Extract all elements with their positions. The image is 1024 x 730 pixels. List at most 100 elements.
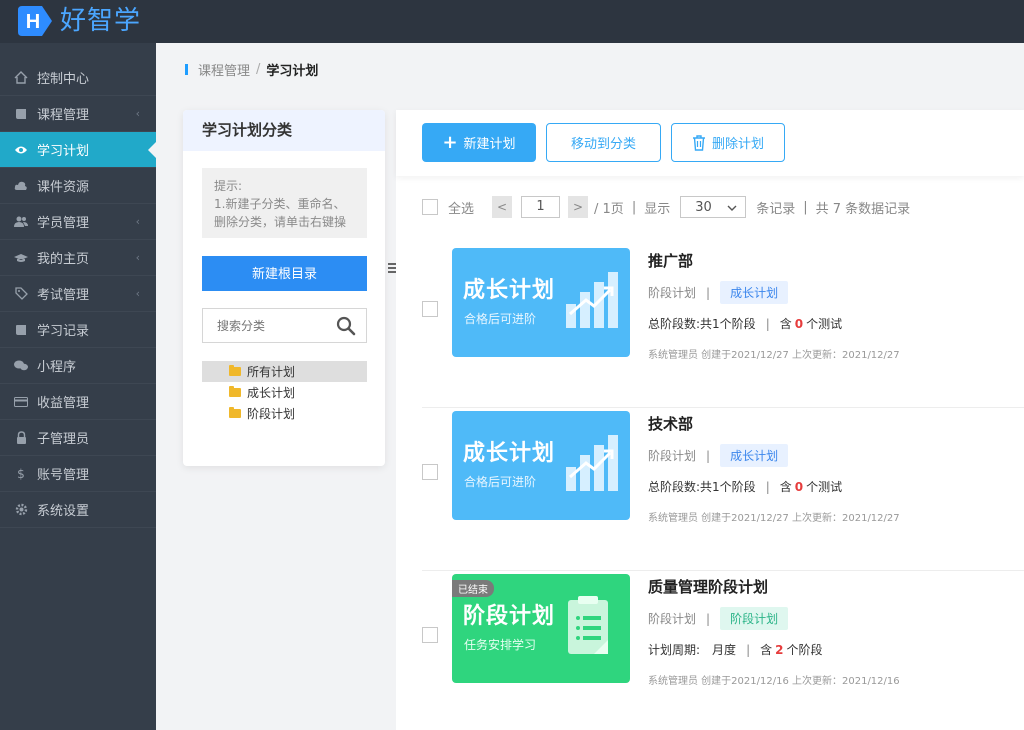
- sidebar-item-label: 系统设置: [37, 504, 90, 519]
- stat-prefix: 含: [779, 480, 792, 494]
- new-plan-button[interactable]: + 新建计划: [422, 123, 536, 162]
- tree-item-all-plans[interactable]: 所有计划: [202, 361, 367, 382]
- pager-divider: |: [803, 199, 808, 215]
- chevron-left-icon: ‹: [135, 251, 140, 264]
- stat-value: 月度: [712, 643, 737, 657]
- growth-chart-icon: [566, 435, 618, 491]
- page-size-select[interactable]: 30: [680, 196, 747, 218]
- folder-icon: [229, 407, 241, 418]
- tree-item-label: 所有计划: [247, 365, 296, 379]
- panel-resize-handle[interactable]: [388, 263, 396, 277]
- sidebar-item-mini-program[interactable]: 小程序: [0, 348, 156, 384]
- breadcrumb-current: 学习计划: [266, 64, 319, 79]
- tip-box: 提示: 1.新建子分类、重命名、删除分类，请单击右键操: [202, 168, 367, 238]
- app-logo[interactable]: H 好智学: [16, 4, 141, 38]
- sidebar-item-account-management[interactable]: $ 账号管理: [0, 456, 156, 492]
- stat-label: 计划周期:: [648, 643, 701, 657]
- category-search: [202, 308, 367, 343]
- search-icon[interactable]: [336, 316, 356, 340]
- cloud-icon: [14, 179, 28, 193]
- plan-category-tag: 成长计划: [720, 281, 789, 304]
- new-root-directory-button[interactable]: 新建根目录: [202, 256, 367, 291]
- page-size-value: 30: [695, 199, 712, 215]
- thumbnail-title: 成长计划: [463, 278, 556, 303]
- book-icon: [14, 323, 28, 337]
- sidebar-item-my-homepage[interactable]: 我的主页 ‹: [0, 240, 156, 276]
- book-icon: [14, 107, 28, 121]
- plan-type: 阶段计划: [648, 449, 697, 463]
- stat-count: 2: [775, 642, 784, 657]
- delete-plan-button[interactable]: 删除计划: [671, 123, 785, 162]
- plan-item: 成长计划 合格后可进阶 技术部 阶段计划 | 成长计划 总阶段数: 共1个阶段 …: [422, 411, 1024, 571]
- plan-stats: 计划周期: 月度 | 含 2 个阶段: [648, 642, 823, 658]
- move-to-category-button[interactable]: 移动到分类: [546, 123, 661, 162]
- sidebar-item-study-records[interactable]: 学习记录: [0, 312, 156, 348]
- stat-count: 0: [794, 479, 804, 494]
- folder-icon: [229, 365, 241, 376]
- sidebar-item-study-plan[interactable]: 学习计划: [0, 132, 156, 168]
- pager-divider: |: [631, 199, 637, 215]
- plan-name[interactable]: 技术部: [648, 413, 693, 434]
- thumbnail-title: 成长计划: [463, 441, 556, 466]
- plan-thumbnail[interactable]: 成长计划 合格后可进阶: [452, 248, 630, 357]
- sidebar-item-revenue-management[interactable]: 收益管理: [0, 384, 156, 420]
- plan-footer: 系统管理员 创建于2021/12/27 上次更新：2021/12/27: [648, 513, 900, 524]
- top-bar: H 好智学: [0, 0, 1024, 43]
- next-page-button[interactable]: >: [568, 196, 589, 218]
- sidebar-item-label: 账号管理: [37, 468, 90, 483]
- stat-suffix: 个测试: [806, 317, 843, 331]
- plan-name[interactable]: 推广部: [648, 250, 693, 271]
- pagination-bar: 全选 < 1 > / 1页 | 显示 30 条记录 | 共 7 条数据记录: [422, 196, 910, 218]
- sidebar-item-sub-admin[interactable]: 子管理员: [0, 420, 156, 456]
- lock-icon: [14, 431, 28, 445]
- plan-checkbox[interactable]: [422, 301, 438, 317]
- thumbnail-subtitle: 任务安排学习: [464, 638, 537, 652]
- tree-item-stage-plan[interactable]: 阶段计划: [202, 403, 367, 424]
- tree-item-label: 阶段计划: [247, 407, 296, 421]
- prev-page-button[interactable]: <: [492, 196, 513, 218]
- dollar-icon: $: [17, 466, 25, 481]
- category-tree: 所有计划 成长计划 阶段计划: [202, 361, 367, 424]
- logo-letter: H: [26, 11, 40, 33]
- sidebar-item-label: 课程管理: [37, 108, 90, 123]
- plan-thumbnail[interactable]: 成长计划 合格后可进阶: [452, 411, 630, 520]
- plan-checkbox[interactable]: [422, 627, 438, 643]
- breadcrumb-parent-link[interactable]: 课程管理: [198, 60, 250, 79]
- breadcrumb-separator: /: [256, 62, 261, 77]
- plan-thumbnail[interactable]: 已结束 阶段计划 任务安排学习: [452, 574, 630, 683]
- records-unit: 条记录: [756, 201, 796, 217]
- sidebar-item-label: 控制中心: [37, 72, 90, 87]
- new-plan-label: 新建计划: [463, 137, 516, 152]
- page-number-input[interactable]: 1: [521, 196, 561, 218]
- category-panel: 学习计划分类 提示: 1.新建子分类、重命名、删除分类，请单击右键操 新建根目录…: [183, 110, 385, 466]
- select-all-checkbox[interactable]: [422, 199, 438, 215]
- plan-item: 已结束 阶段计划 任务安排学习 质量管理阶段计划 阶段计划 | 阶段计划 计划周…: [422, 574, 1024, 730]
- users-icon: [14, 215, 28, 229]
- sidebar-item-courseware[interactable]: 课件资源: [0, 168, 156, 204]
- eye-icon: [14, 143, 28, 157]
- plan-checkbox[interactable]: [422, 464, 438, 480]
- plan-type: 阶段计划: [648, 612, 697, 626]
- tree-item-growth-plan[interactable]: 成长计划: [202, 382, 367, 403]
- sidebar-item-student-management[interactable]: 学员管理 ‹: [0, 204, 156, 240]
- plan-category-tag: 阶段计划: [720, 607, 789, 630]
- plan-type: 阶段计划: [648, 286, 697, 300]
- tip-label: 提示:: [214, 179, 243, 193]
- chevron-left-icon: ‹: [135, 107, 140, 120]
- sidebar-item-course-management[interactable]: 课程管理 ‹: [0, 96, 156, 132]
- sidebar-item-system-settings[interactable]: 系统设置: [0, 492, 156, 528]
- plan-category-tag: 成长计划: [720, 444, 789, 467]
- main-content: + 新建计划 移动到分类 删除计划 全选 < 1 > / 1页 | 显示 30 …: [396, 110, 1024, 730]
- plan-name[interactable]: 质量管理阶段计划: [648, 576, 768, 597]
- sidebar-item-exam-management[interactable]: 考试管理 ‹: [0, 276, 156, 312]
- folder-icon: [229, 386, 241, 397]
- tag-icon: [14, 287, 28, 301]
- sidebar-item-dashboard[interactable]: 控制中心: [0, 60, 156, 96]
- trash-icon: [692, 134, 706, 151]
- card-icon: [14, 395, 28, 409]
- stat-suffix: 个阶段: [786, 643, 823, 657]
- stat-value: 共1个阶段: [700, 317, 756, 331]
- logo-badge-icon: H: [16, 4, 54, 38]
- category-search-input[interactable]: [203, 309, 323, 342]
- chevron-down-icon: [727, 200, 737, 215]
